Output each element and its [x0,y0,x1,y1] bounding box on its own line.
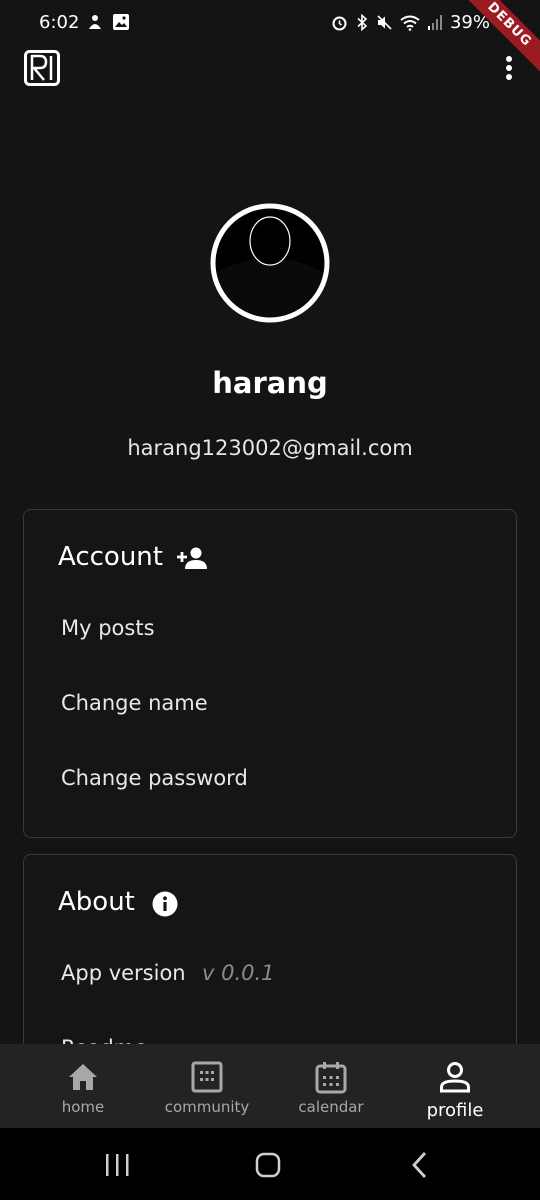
home-button-icon[interactable] [248,1150,288,1180]
nav-community-label: community [164,1098,250,1116]
user-email: harang123002@gmail.com [127,436,413,460]
calendar-icon [315,1062,347,1094]
about-title: About [58,887,135,917]
my-posts-item[interactable]: My posts [61,616,155,640]
status-time: 6:02 [39,12,80,33]
mute-icon [377,15,392,30]
avatar[interactable] [210,203,330,323]
nav-home-label: home [61,1098,105,1116]
more-dot-icon [506,65,512,71]
change-name-item[interactable]: Change name [61,691,208,715]
gallery-icon [113,14,129,30]
nav-calendar[interactable]: calendar [269,1044,393,1128]
bottom-nav: home community calendar profile [0,1044,540,1128]
nav-community[interactable]: community [145,1044,269,1128]
notification-icon [89,15,101,29]
more-options-button[interactable] [502,52,516,84]
info-icon[interactable] [152,891,178,917]
nav-profile-label: profile [426,1100,484,1121]
app-logo-icon [24,50,60,86]
status-bar: 6:02 39% DEBUG [0,0,540,79]
person-icon [440,1062,470,1093]
bluetooth-icon [357,14,368,31]
community-icon [191,1061,223,1093]
user-name: harang [212,366,328,400]
nav-profile[interactable]: profile [393,1044,517,1128]
change-password-item[interactable]: Change password [61,766,248,790]
system-nav-bar [0,1128,540,1200]
app-version-item[interactable]: App version [61,961,186,985]
nav-calendar-label: calendar [298,1098,364,1116]
wifi-icon [400,15,420,31]
account-title: Account [58,542,163,572]
more-dot-icon [506,74,512,80]
account-card: Account My posts Change name Change pass… [23,509,517,838]
nav-home[interactable]: home [21,1044,145,1128]
signal-icon [427,15,442,30]
add-person-icon[interactable] [177,546,207,570]
app-version-value: v 0.0.1 [202,961,275,985]
recent-apps-icon[interactable] [97,1150,137,1180]
home-icon [69,1064,97,1090]
alarm-icon [332,16,347,31]
back-icon[interactable] [400,1150,440,1180]
more-dot-icon [506,56,512,62]
